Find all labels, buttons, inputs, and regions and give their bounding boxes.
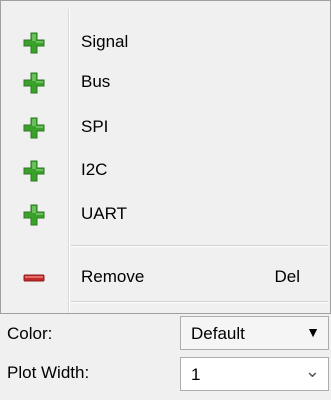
menu-item-spi[interactable]: SPI (1, 108, 330, 148)
shortcut-label: Del (274, 267, 300, 286)
plot-width-combobox[interactable]: 1 ⌄ (180, 357, 329, 391)
menu-item-label: I2C (81, 160, 108, 179)
add-icon (23, 204, 45, 226)
plot-width-value: 1 (191, 365, 201, 384)
add-icon (23, 72, 45, 94)
chevron-down-icon: ⌄ (304, 361, 320, 381)
menu-item-remove[interactable]: Remove Del (1, 258, 330, 298)
menu-separator (71, 301, 328, 303)
add-icon (23, 32, 45, 54)
menu-item-label: Bus (81, 72, 111, 91)
plot-width-label: Plot Width: (7, 363, 90, 382)
properties-panel: Color: Default ▼ Plot Width: 1 ⌄ (0, 314, 331, 400)
menu-item-label: UART (81, 204, 127, 223)
menu-item-label: SPI (81, 117, 109, 136)
color-dropdown[interactable]: Default ▼ (180, 316, 329, 350)
add-icon (23, 117, 45, 139)
context-menu: Signal Bus SPI I2C UART Remove Del (0, 0, 331, 314)
dropdown-arrow-icon: ▼ (306, 324, 320, 340)
menu-item-signal[interactable]: Signal (1, 23, 330, 63)
menu-item-uart[interactable]: UART (1, 195, 330, 235)
menu-item-i2c[interactable]: I2C (1, 151, 330, 191)
menu-item-label: Remove (81, 267, 145, 286)
remove-icon (23, 267, 45, 289)
menu-separator (71, 245, 328, 247)
menu-item-label: Signal (81, 32, 129, 51)
color-value: Default (191, 324, 245, 343)
add-icon (23, 160, 45, 182)
menu-item-bus[interactable]: Bus (1, 63, 330, 103)
color-label: Color: (7, 324, 53, 343)
